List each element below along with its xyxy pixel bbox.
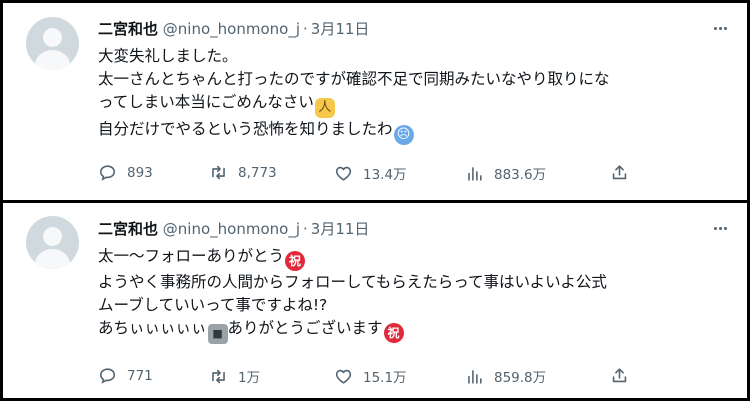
author-handle[interactable]: @nino_honmono_j [163,20,300,38]
person-bowing-emoji: 人 [314,98,335,118]
avatar[interactable] [26,216,79,269]
views-chart-icon [468,369,482,384]
separator-dot: · [303,220,308,238]
retweet-count: 8,773 [238,164,277,181]
retweet-icon [212,165,225,180]
tweet-text-segment: 太一〜フォローありがとう [98,247,285,265]
tweet-header: 二宮和也 @nino_honmono_j · 3月11日 [98,19,369,39]
view-count: 859.8万 [494,370,547,386]
tweet-text-line: 太一〜フォローありがとう祝 [98,245,728,271]
reply-count: 771 [127,367,153,384]
tweet-text-line: 大変失礼しました。 [98,47,238,65]
tweet-list-frame: 二宮和也 @nino_honmono_j · 3月11日 大変失礼しました。 太一さ… [0,0,750,401]
tweet-date[interactable]: 3月11日 [311,20,370,38]
tweet-actions: 893 8,773 13.4万 883.6万 [98,163,658,187]
retweet-count: 1万 [238,370,261,386]
congratulations-emoji: 祝 [285,251,306,271]
heart-icon [335,369,352,384]
tweet-text: 大変失礼しました。 太一さんとちゃんと打ったのですが確認不足で同期みたいなやり取… [98,45,728,145]
author-handle[interactable]: @nino_honmono_j [163,220,300,238]
tweet-text-segment: 自分だけでやるという恐怖を知りましたわ [98,120,393,138]
tweet-text-line: 自分だけでやるという恐怖を知りましたわ ☹ [98,118,728,145]
retweet-icon [212,369,225,383]
like-button[interactable]: 15.1万 [334,366,407,386]
congratulations-emoji: 祝 [383,323,404,343]
moai-emoji: ■ [207,324,228,344]
view-count: 883.6万 [494,167,547,183]
retweet-button[interactable]: 1万 [209,366,260,386]
tweet-text-segment: ってしまい本当にごめんなさい [98,93,314,111]
share-button[interactable] [610,366,629,385]
reply-icon [99,368,116,384]
tweet[interactable]: 二宮和也 @nino_honmono_j · 3月11日 大変失礼しました。 太一さ… [3,3,747,200]
like-button[interactable]: 13.4万 [334,163,407,183]
tweet-text-segment: ありがとうございます [227,319,383,337]
views-button[interactable]: 883.6万 [465,163,546,183]
views-chart-icon [468,166,482,181]
share-icon [612,368,627,383]
tweet-text-line: あちぃぃぃぃぃ ■ ありがとうございます祝 [98,317,728,344]
heart-icon [335,166,352,181]
share-button[interactable] [610,163,629,182]
reply-button[interactable]: 771 [98,366,153,385]
reply-count: 893 [127,164,153,181]
default-avatar-head-icon [43,227,62,246]
more-options-icon[interactable] [709,18,731,38]
tweet-text-line: ムーブしていいって事ですよね!? [98,296,328,314]
separator-dot: · [303,20,308,38]
avatar[interactable] [26,17,79,70]
tweet-date[interactable]: 3月11日 [311,220,370,238]
reply-icon [99,165,116,181]
more-options-icon[interactable] [709,218,731,238]
reply-button[interactable]: 893 [98,163,153,182]
author-name[interactable]: 二宮和也 [98,220,158,238]
retweet-button[interactable]: 8,773 [209,163,277,182]
tweet-text: 太一〜フォローありがとう祝 ようやく事務所の人間からフォローしてもらえたらって事… [98,245,728,344]
cold-face-emoji: ☹ [393,125,414,145]
views-button[interactable]: 859.8万 [465,366,546,386]
share-icon [612,165,627,180]
tweet-text-line: ってしまい本当にごめんなさい人 [98,91,728,118]
tweet-text-line: 太一さんとちゃんと打ったのですが確認不足で同期みたいなやり取りにな [98,70,610,88]
default-avatar-body-icon [35,249,70,269]
default-avatar-body-icon [35,50,70,70]
default-avatar-head-icon [43,28,62,47]
tweet-text-segment: あちぃぃぃぃぃ [98,319,207,337]
author-name[interactable]: 二宮和也 [98,20,158,38]
tweet-text-line: ようやく事務所の人間からフォローしてもらえたらって事はいよいよ公式 [98,273,607,291]
tweet-header: 二宮和也 @nino_honmono_j · 3月11日 [98,219,369,239]
like-count: 15.1万 [363,370,407,386]
tweet-actions: 771 1万 15.1万 859.8万 [98,366,658,390]
like-count: 13.4万 [363,167,407,183]
tweet[interactable]: 二宮和也 @nino_honmono_j · 3月11日 太一〜フォローありがとう祝… [3,203,747,398]
